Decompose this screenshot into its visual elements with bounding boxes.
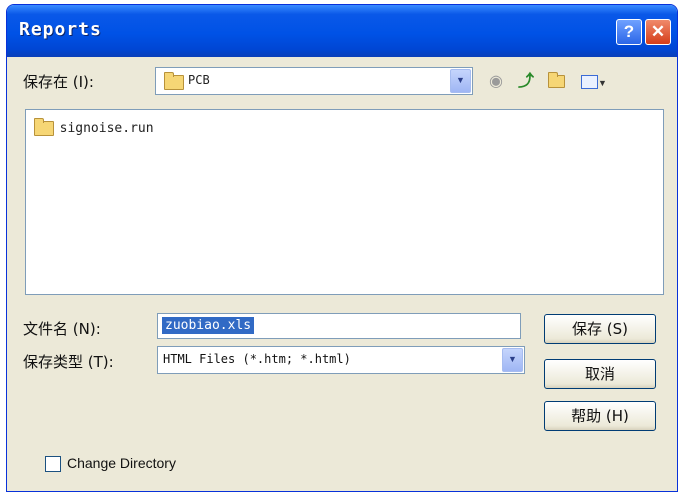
- file-list[interactable]: signoise.run: [25, 109, 664, 295]
- title-bar[interactable]: Reports ? ✕: [7, 5, 677, 57]
- list-item[interactable]: signoise.run: [34, 118, 154, 137]
- save-type-value: HTML Files (*.htm; *.html): [163, 352, 351, 366]
- save-in-value: PCB: [188, 73, 210, 87]
- save-type-dropdown[interactable]: HTML Files (*.htm; *.html) ▼: [157, 346, 525, 374]
- folder-icon: [34, 118, 54, 137]
- save-in-dropdown[interactable]: PCB ▼: [155, 67, 473, 95]
- file-name-input[interactable]: zuobiao.xls: [157, 313, 521, 339]
- change-directory-label: Change Directory: [67, 455, 176, 471]
- save-button[interactable]: 保存 (S): [544, 314, 656, 344]
- file-name-label: 文件名 (N):: [23, 320, 101, 338]
- help-button[interactable]: 帮助 (H): [544, 401, 656, 431]
- close-button[interactable]: ✕: [645, 19, 671, 45]
- cancel-button[interactable]: 取消: [544, 359, 656, 389]
- up-folder-icon[interactable]: ⤴: [515, 71, 537, 93]
- chevron-down-icon[interactable]: ▼: [450, 69, 471, 93]
- save-in-label: 保存在 (I):: [23, 73, 94, 91]
- chevron-down-icon[interactable]: ▼: [502, 348, 523, 372]
- window-title: Reports: [19, 19, 102, 40]
- file-name-value: zuobiao.xls: [162, 317, 255, 334]
- file-item-name: signoise.run: [59, 121, 154, 136]
- back-icon[interactable]: ◉: [485, 71, 507, 93]
- folder-icon: [164, 72, 184, 90]
- change-directory-checkbox[interactable]: [45, 456, 61, 472]
- save-type-label: 保存类型 (T):: [23, 353, 114, 371]
- help-title-button[interactable]: ?: [616, 19, 642, 45]
- new-folder-icon[interactable]: [545, 71, 567, 93]
- reports-dialog: Reports ? ✕ 保存在 (I): PCB ▼ ◉ ⤴ ▼ signois…: [6, 4, 678, 492]
- views-menu-icon[interactable]: ▼: [577, 71, 611, 93]
